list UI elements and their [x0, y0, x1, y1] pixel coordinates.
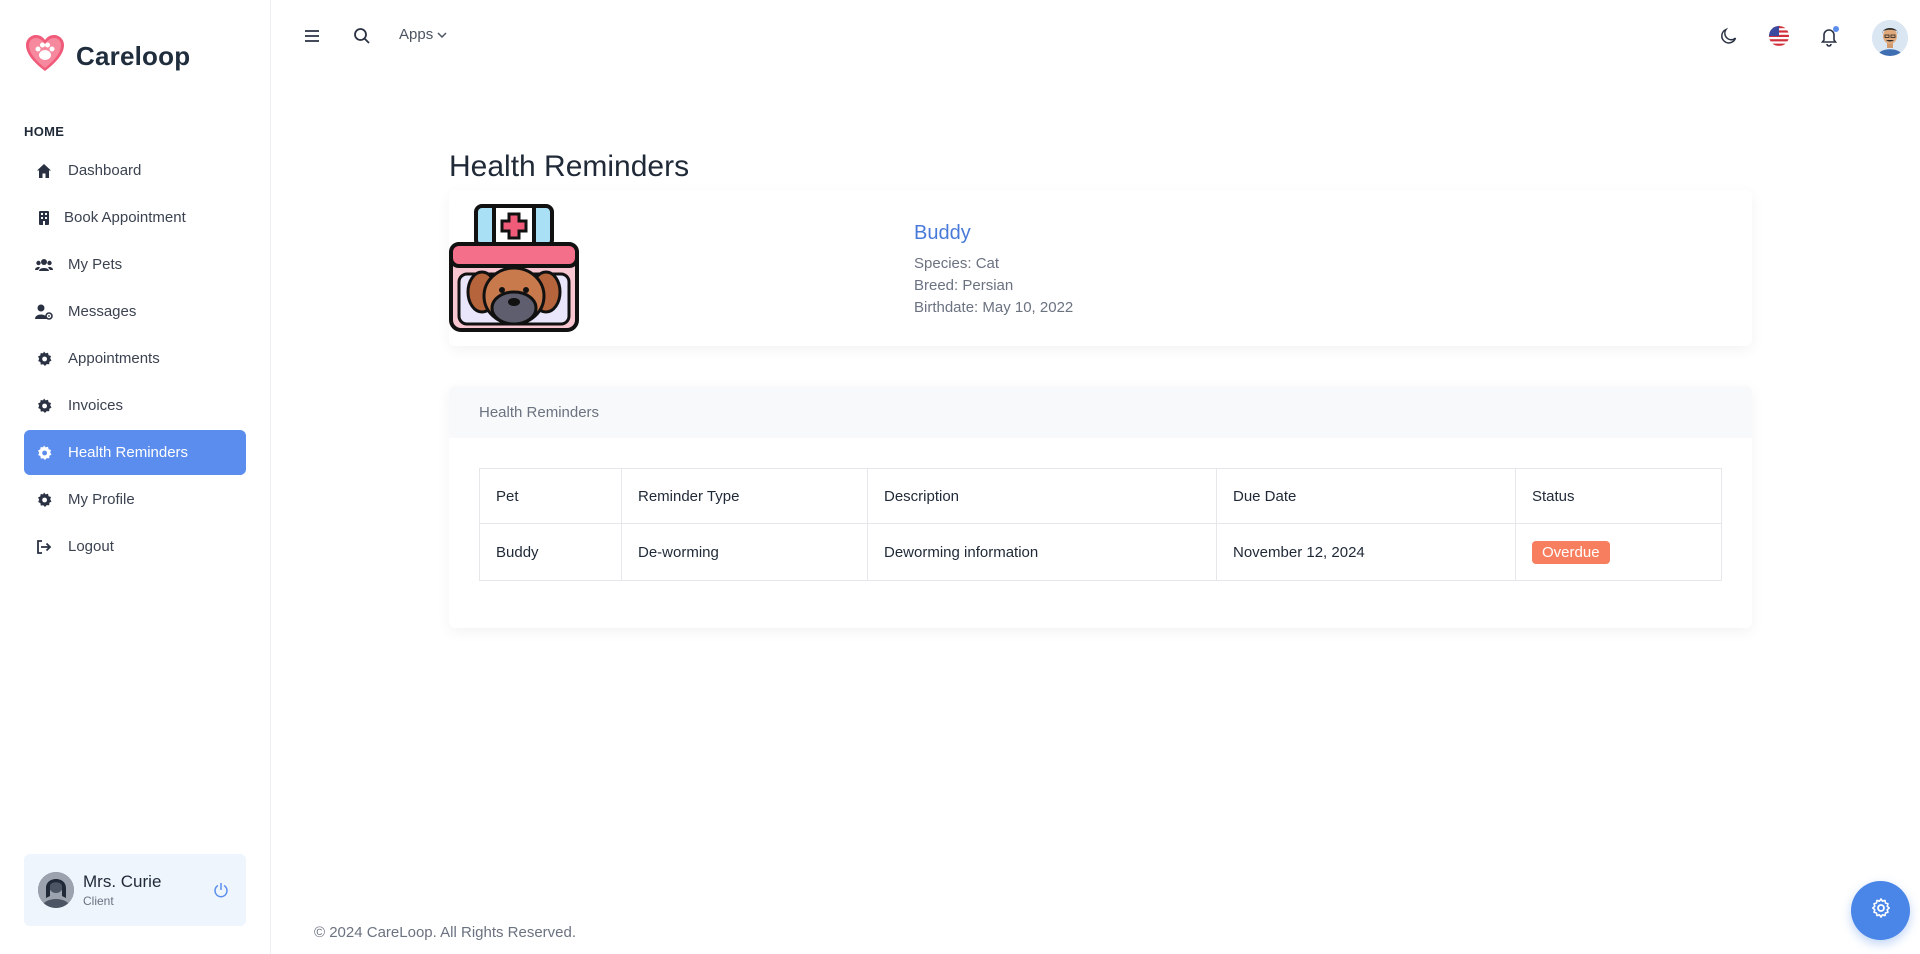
gear-icon: [34, 443, 54, 463]
sidebar-item-logout[interactable]: Logout: [24, 524, 246, 569]
pet-name[interactable]: Buddy: [914, 222, 1073, 245]
user-name: Mrs. Curie: [83, 872, 162, 891]
moon-icon[interactable]: [1717, 24, 1741, 48]
sidebar-item-label: Appointments: [68, 350, 160, 367]
table-header-row: Pet Reminder Type Description Due Date S…: [479, 468, 1722, 524]
home-icon: [34, 161, 54, 181]
column-header-description: Description: [867, 468, 1217, 524]
menu-icon[interactable]: [300, 24, 324, 48]
sidebar-item-label: Messages: [68, 303, 137, 320]
apps-label: Apps: [399, 26, 434, 43]
sidebar-item-my-pets[interactable]: My Pets: [24, 242, 246, 287]
cell-reminder-type: De-worming: [621, 523, 868, 581]
pet-breed: Breed: Persian: [914, 277, 1014, 294]
table-row[interactable]: Buddy De-worming Deworming information N…: [479, 523, 1722, 581]
column-header-pet: Pet: [479, 468, 622, 524]
section-label-home: HOME: [24, 124, 65, 139]
user-avatar-top[interactable]: [1872, 20, 1908, 56]
footer-copyright: © 2024 CareLoop. All Rights Reserved.: [314, 924, 577, 941]
bell-icon[interactable]: [1817, 24, 1841, 48]
search-icon[interactable]: [350, 24, 374, 48]
sidebar-nav: Dashboard Book Appointment My Pets Messa…: [24, 148, 246, 571]
column-header-reminder-type: Reminder Type: [621, 468, 868, 524]
gear-icon: [1870, 897, 1892, 924]
column-header-status: Status: [1515, 468, 1722, 524]
sidebar-item-label: My Profile: [68, 491, 135, 508]
page-title: Health Reminders: [449, 150, 690, 183]
reminders-card-header: Health Reminders: [449, 386, 1752, 438]
brand-name: Careloop: [76, 41, 191, 71]
topbar: Apps: [272, 0, 1920, 72]
sidebar-item-label: Logout: [68, 538, 114, 555]
us-flag-icon[interactable]: [1767, 24, 1791, 48]
app-root: Careloop HOME Dashboard Book Appointment: [0, 0, 1920, 954]
chevron-down-icon: [437, 26, 447, 43]
user-info: Mrs. Curie Client: [83, 872, 210, 908]
sidebar-item-label: Dashboard: [68, 162, 142, 179]
sidebar-item-my-profile[interactable]: My Profile: [24, 477, 246, 522]
building-icon: [34, 208, 54, 228]
user-card: Mrs. Curie Client: [24, 854, 246, 926]
column-header-due-date: Due Date: [1216, 468, 1516, 524]
pet-card: Buddy Species: Cat Breed: Persian Birthd…: [449, 190, 1752, 346]
sidebar-item-label: My Pets: [68, 256, 123, 273]
sidebar-item-appointments[interactable]: Appointments: [24, 336, 246, 381]
apps-dropdown[interactable]: Apps: [399, 26, 447, 43]
logout-icon: [34, 537, 54, 557]
pet-birthdate: Birthdate: May 10, 2022: [914, 299, 1074, 316]
sidebar: Careloop HOME Dashboard Book Appointment: [0, 0, 271, 954]
sidebar-item-book-appointment[interactable]: Book Appointment: [24, 195, 246, 240]
status-badge: Overdue: [1532, 540, 1610, 564]
sidebar-item-messages[interactable]: Messages: [24, 289, 246, 334]
sidebar-item-label: Health Reminders: [68, 444, 189, 461]
brand[interactable]: Careloop: [24, 33, 190, 80]
power-icon[interactable]: [210, 879, 232, 901]
user-gear-icon: [34, 302, 54, 322]
cell-status: Overdue: [1515, 523, 1722, 581]
cell-due-date: November 12, 2024: [1216, 523, 1516, 581]
pet-species: Species: Cat: [914, 255, 1000, 272]
cell-description: Deworming information: [867, 523, 1217, 581]
sidebar-item-label: Book Appointment: [64, 209, 186, 226]
avatar[interactable]: [38, 872, 74, 908]
gear-icon: [34, 349, 54, 369]
sidebar-item-invoices[interactable]: Invoices: [24, 383, 246, 428]
pet-info: Buddy Species: Cat Breed: Persian Birthd…: [914, 222, 1073, 319]
gear-icon: [34, 396, 54, 416]
reminders-card: Health Reminders Pet Reminder Type Descr…: [449, 386, 1752, 628]
heart-paw-icon: [24, 33, 66, 80]
sidebar-item-dashboard[interactable]: Dashboard: [24, 148, 246, 193]
pet-kennel-icon: [449, 204, 579, 334]
sidebar-item-health-reminders[interactable]: Health Reminders: [24, 430, 246, 475]
sidebar-item-label: Invoices: [68, 397, 124, 414]
gear-icon: [34, 490, 54, 510]
cell-pet: Buddy: [479, 523, 622, 581]
settings-fab[interactable]: [1851, 881, 1910, 940]
users-icon: [34, 255, 54, 275]
user-role: Client: [83, 894, 114, 908]
reminders-table: Pet Reminder Type Description Due Date S…: [479, 468, 1722, 581]
